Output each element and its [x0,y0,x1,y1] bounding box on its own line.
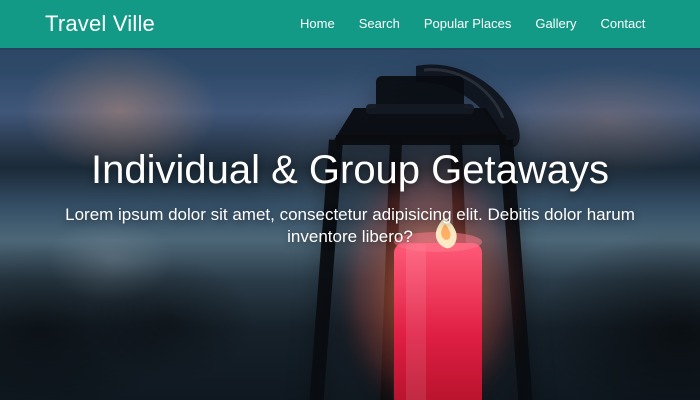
page: Travel Ville Home Search Popular Places … [0,0,700,400]
nav-home[interactable]: Home [300,0,347,48]
hero-subtitle: Lorem ipsum dolor sit amet, consectetur … [65,205,635,246]
nav-popular-places[interactable]: Popular Places [412,0,523,48]
site-brand[interactable]: Travel Ville [45,10,155,38]
hero-title: Individual & Group Getaways [90,148,610,192]
nav-contact[interactable]: Contact [589,0,646,48]
top-navbar: Travel Ville Home Search Popular Places … [0,0,700,48]
nav-search[interactable]: Search [347,0,412,48]
nav-gallery[interactable]: Gallery [523,0,588,48]
main-nav: Home Search Popular Places Gallery Conta… [300,0,645,48]
hero: Individual & Group Getaways Lorem ipsum … [0,132,700,248]
